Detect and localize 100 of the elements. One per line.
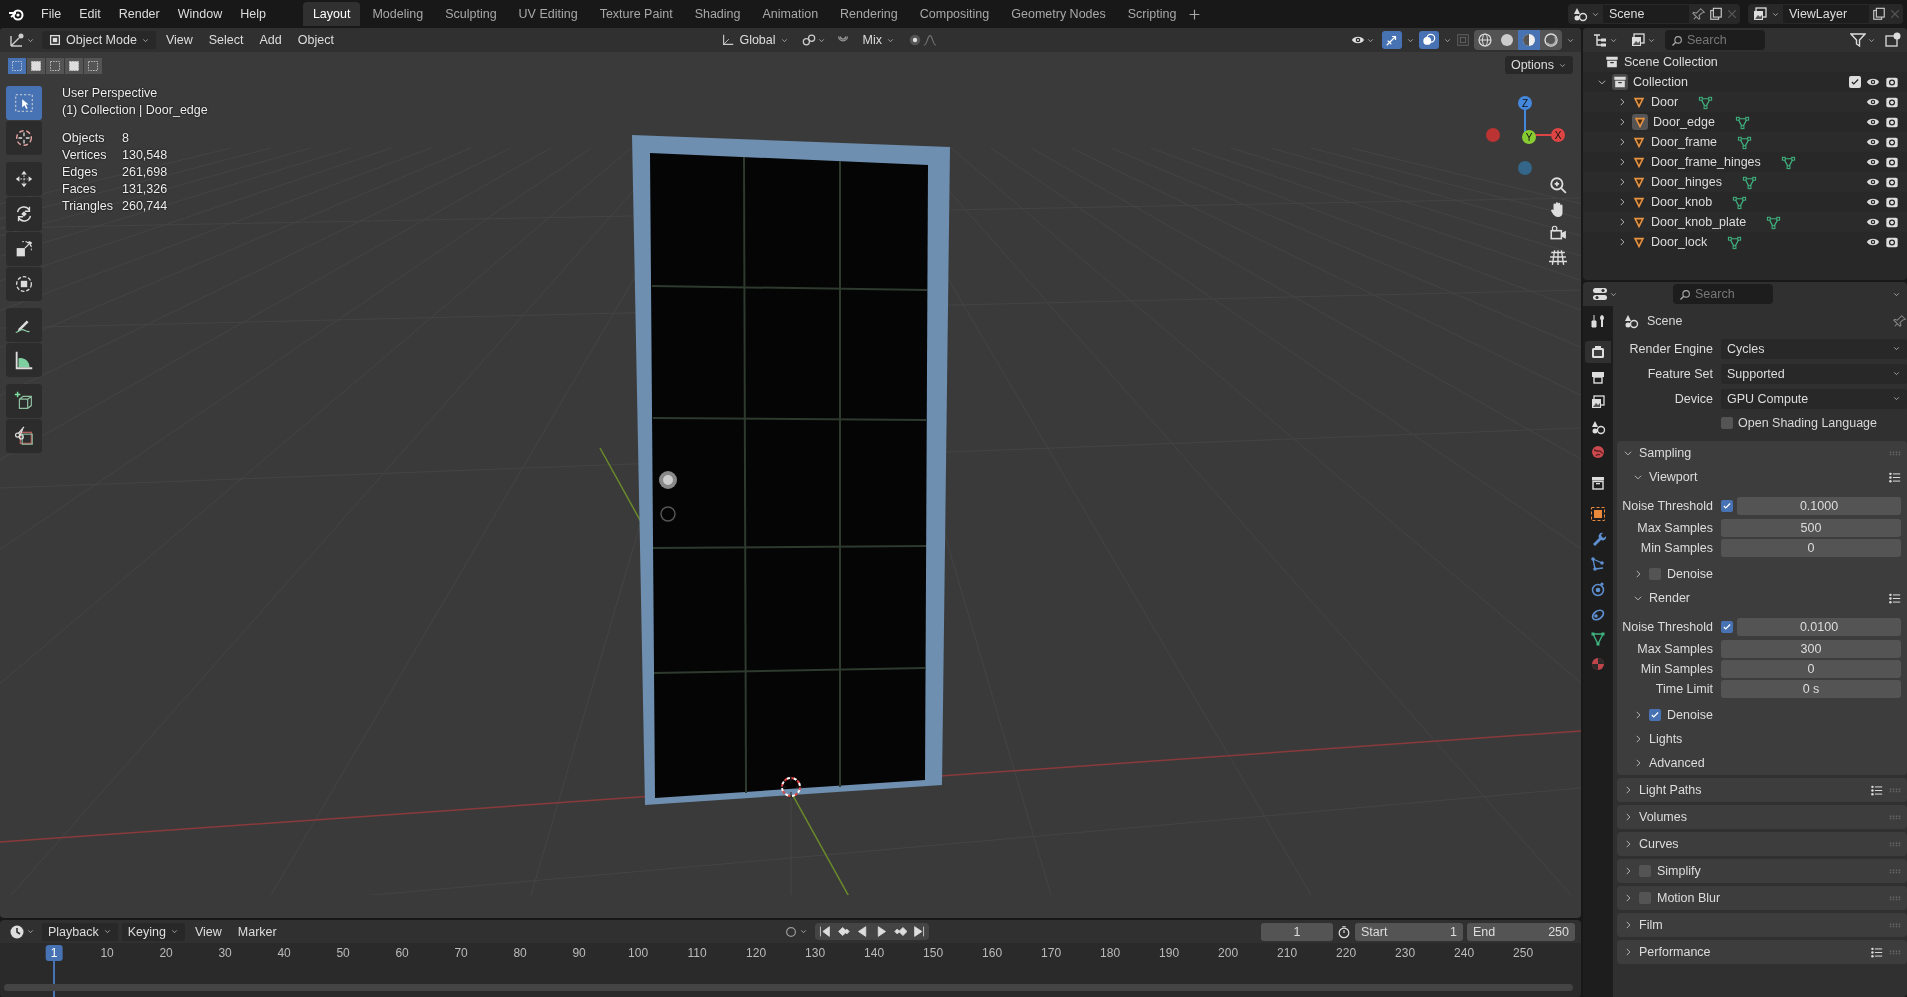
chevron-right-icon[interactable] bbox=[1633, 758, 1643, 768]
checkbox-label[interactable]: Open Shading Language bbox=[1738, 416, 1877, 430]
workspace-tab[interactable]: Layout bbox=[302, 2, 361, 26]
menu-item[interactable]: Add bbox=[253, 31, 288, 49]
tree-item[interactable]: Door_knob_plate bbox=[1651, 215, 1747, 229]
tool-button[interactable] bbox=[6, 162, 42, 196]
checkbox[interactable] bbox=[1649, 709, 1661, 721]
select-mode-button[interactable] bbox=[65, 58, 83, 74]
search-field[interactable]: Search bbox=[1673, 284, 1773, 304]
scrollbar[interactable] bbox=[4, 984, 1573, 991]
chevron-down-icon[interactable] bbox=[1597, 77, 1607, 87]
panel-title[interactable]: Curves bbox=[1639, 837, 1679, 851]
number-field[interactable]: 500 bbox=[1721, 519, 1901, 537]
tree-item[interactable]: Door_frame bbox=[1651, 135, 1717, 149]
tool-button[interactable] bbox=[6, 121, 42, 155]
menu-dropdown[interactable]: Keying bbox=[121, 922, 185, 941]
menu-item[interactable]: Object bbox=[291, 31, 340, 49]
number-field[interactable]: 0 s bbox=[1721, 680, 1901, 698]
workspace-tab[interactable]: Compositing bbox=[909, 2, 1000, 26]
chevron-right-icon[interactable] bbox=[1623, 866, 1633, 876]
dropdown[interactable]: Supported bbox=[1721, 363, 1907, 384]
tree-item[interactable]: Door_lock bbox=[1651, 235, 1708, 249]
workspace-tab[interactable]: Geometry Nodes bbox=[1001, 2, 1116, 26]
menu-item[interactable]: Select bbox=[202, 31, 250, 49]
workspace-tab[interactable]: Shading bbox=[684, 2, 751, 26]
navigation-gizmo[interactable] bbox=[1486, 96, 1565, 175]
checkbox[interactable] bbox=[1721, 499, 1733, 512]
tree-item[interactable]: Door_edge bbox=[1653, 115, 1715, 129]
tool-button[interactable] bbox=[6, 419, 42, 453]
select-mode-button[interactable] bbox=[46, 58, 64, 74]
menu-item[interactable]: File bbox=[32, 4, 71, 24]
panel-title[interactable]: Render bbox=[1649, 591, 1690, 605]
tool-button[interactable] bbox=[6, 197, 42, 231]
workspace-tab[interactable]: Sculpting bbox=[435, 2, 507, 26]
tree-item[interactable]: Collection bbox=[1633, 75, 1688, 89]
properties-tab[interactable] bbox=[1585, 341, 1611, 363]
workspace-tab[interactable]: Scripting bbox=[1117, 2, 1187, 26]
workspace-tab[interactable]: UV Editing bbox=[508, 2, 588, 26]
current-frame-field[interactable]: 1 bbox=[1261, 922, 1333, 941]
end-frame-field[interactable]: End 250 bbox=[1467, 922, 1575, 941]
orientation-dropdown[interactable]: Global bbox=[715, 31, 795, 49]
chevron-right-icon[interactable] bbox=[1633, 710, 1643, 720]
chevron-down-icon[interactable] bbox=[1633, 593, 1643, 603]
menu-item[interactable]: Marker bbox=[231, 922, 283, 941]
select-mode-button[interactable] bbox=[8, 58, 26, 74]
select-mode-button[interactable] bbox=[84, 58, 102, 74]
view-layer-selector[interactable]: ViewLayer bbox=[1783, 5, 1869, 23]
panel-title[interactable]: Volumes bbox=[1639, 810, 1687, 824]
tree-item[interactable]: Scene Collection bbox=[1624, 55, 1718, 69]
overlay-toggle[interactable] bbox=[1419, 31, 1439, 49]
number-field[interactable]: 0.1000 bbox=[1737, 496, 1901, 515]
list-icon[interactable] bbox=[1870, 945, 1883, 959]
tool-button[interactable] bbox=[6, 384, 42, 418]
chevron-down-icon[interactable] bbox=[1623, 448, 1633, 458]
chevron-right-icon[interactable] bbox=[1623, 839, 1633, 849]
mode-dropdown[interactable]: Object Mode bbox=[42, 31, 156, 49]
panel-title[interactable]: Viewport bbox=[1649, 470, 1698, 484]
chevron-right-icon[interactable] bbox=[1633, 569, 1643, 579]
select-mode-button[interactable] bbox=[27, 58, 45, 74]
chevron-right-icon[interactable] bbox=[1623, 920, 1633, 930]
snap-dropdown[interactable]: Mix bbox=[856, 31, 901, 49]
panel-title[interactable]: Motion Blur bbox=[1657, 891, 1721, 905]
panel-title[interactable]: Lights bbox=[1649, 732, 1683, 746]
checkbox[interactable] bbox=[1721, 417, 1733, 429]
workspace-tab[interactable]: Modeling bbox=[362, 2, 434, 26]
playhead[interactable]: 1 bbox=[45, 945, 63, 961]
dropdown[interactable]: GPU Compute bbox=[1721, 388, 1907, 409]
list-icon[interactable] bbox=[1888, 591, 1901, 605]
menu-item[interactable]: View bbox=[188, 922, 228, 941]
panel-title[interactable]: Simplify bbox=[1657, 864, 1701, 878]
menu-item[interactable]: Window bbox=[168, 4, 232, 24]
scene-selector[interactable]: Scene bbox=[1603, 5, 1689, 23]
tool-button[interactable] bbox=[6, 232, 42, 266]
menu-item[interactable]: Render bbox=[109, 4, 169, 24]
gizmo-toggle[interactable] bbox=[1382, 31, 1402, 49]
number-field[interactable]: 0 bbox=[1721, 660, 1901, 678]
panel-title[interactable]: Denoise bbox=[1667, 708, 1713, 722]
tree-item[interactable]: Door_knob bbox=[1651, 195, 1713, 209]
workspace-tab[interactable]: Texture Paint bbox=[589, 2, 683, 26]
options-dropdown[interactable]: Options bbox=[1504, 56, 1573, 74]
workspace-tab[interactable]: Animation bbox=[752, 2, 829, 26]
menu-item[interactable]: Help bbox=[231, 4, 275, 24]
search-field[interactable]: Search bbox=[1665, 30, 1765, 50]
tree-item[interactable]: Door bbox=[1651, 95, 1679, 109]
workspace-tab[interactable]: Rendering bbox=[830, 2, 908, 26]
menu-dropdown[interactable]: Playback bbox=[42, 922, 118, 941]
menu-item[interactable]: View bbox=[159, 31, 199, 49]
chevron-right-icon[interactable] bbox=[1623, 947, 1633, 957]
dropdown[interactable]: Cycles bbox=[1721, 338, 1907, 359]
chevron-down-icon[interactable] bbox=[1633, 472, 1643, 482]
tool-button[interactable] bbox=[6, 267, 42, 301]
panel-title[interactable]: Sampling bbox=[1639, 446, 1692, 460]
chevron-right-icon[interactable] bbox=[1623, 785, 1633, 795]
chevron-right-icon[interactable] bbox=[1623, 812, 1633, 822]
panel-title[interactable]: Film bbox=[1639, 918, 1663, 932]
number-field[interactable]: 300 bbox=[1721, 640, 1901, 658]
tool-button[interactable] bbox=[6, 343, 42, 377]
checkbox[interactable] bbox=[1849, 76, 1861, 88]
checkbox[interactable] bbox=[1721, 620, 1733, 633]
panel-title[interactable]: Light Paths bbox=[1639, 783, 1702, 797]
